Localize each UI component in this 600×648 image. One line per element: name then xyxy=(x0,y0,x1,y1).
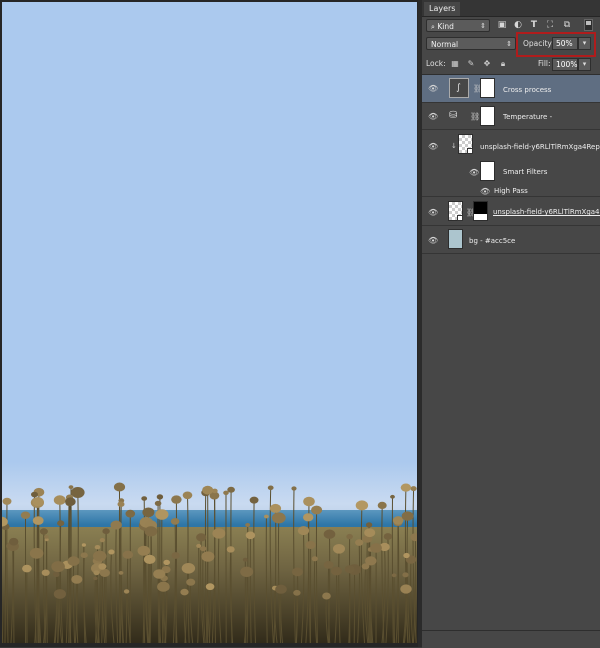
opacity-input[interactable]: 50% xyxy=(552,37,578,50)
lock-label: Lock: xyxy=(426,59,446,68)
fill-input[interactable]: 100% xyxy=(552,58,578,71)
visibility-eye-icon[interactable]: 👁︎ xyxy=(428,209,438,217)
filter-name[interactable]: High Pass xyxy=(494,186,528,196)
layer-row-cross-process[interactable]: 👁︎ ∫ ⛓︎ Cross process xyxy=(422,75,600,103)
visibility-eye-icon[interactable]: 👁︎ xyxy=(428,113,438,121)
filter-toggle[interactable] xyxy=(584,19,593,31)
layer-row-temperature[interactable]: 👁︎ ⛁ ⛓︎ Temperature - xyxy=(422,103,600,130)
document-canvas[interactable] xyxy=(2,2,417,643)
photo-filter-adjustment-icon: ⛁ xyxy=(449,110,458,121)
lock-all-icon[interactable]: 🔒︎ xyxy=(498,58,508,70)
fill-dropdown-button[interactable]: ▾ xyxy=(578,58,591,71)
smart-object-badge-icon xyxy=(467,148,473,154)
layer-mask-thumbnail[interactable] xyxy=(480,78,495,98)
layer-row-bg[interactable]: 👁︎ bg - #acc5ce xyxy=(422,226,600,254)
adjustment-filter-icon[interactable]: ◐ xyxy=(512,19,524,31)
blend-row: Normal ⇕ Opacity: 50% ▾ xyxy=(422,32,600,57)
kind-filter-select[interactable]: ⌕ Kind ⇕ xyxy=(426,19,490,32)
wildflowers xyxy=(2,482,417,643)
fill-layer-thumbnail[interactable] xyxy=(448,229,463,249)
lock-move-icon[interactable]: ✥ xyxy=(482,58,492,70)
visibility-eye-icon[interactable]: 👁︎ xyxy=(428,237,438,245)
layer-row-smart-object[interactable]: 👁︎ ↓ unsplash-field-y6RLlTlRmXga4RephkN … xyxy=(422,130,600,197)
smart-filter-mask-thumbnail[interactable] xyxy=(480,161,495,181)
smart-object-filter-icon[interactable]: ⧉ xyxy=(561,19,573,31)
layer-name[interactable]: Temperature - xyxy=(503,112,552,122)
shape-filter-icon[interactable]: ⛶ xyxy=(544,19,556,31)
visibility-eye-icon[interactable]: 👁︎ xyxy=(428,143,438,151)
curves-adjustment-icon: ∫ xyxy=(449,78,469,98)
opacity-label: Opacity: xyxy=(523,39,554,48)
visibility-eye-icon[interactable]: 👁︎ xyxy=(469,169,479,177)
panel-footer xyxy=(422,630,600,648)
type-filter-icon[interactable]: T xyxy=(528,19,540,31)
blend-mode-select[interactable]: Normal ⇕ xyxy=(426,37,516,50)
smart-object-thumbnail[interactable] xyxy=(458,134,473,154)
layer-row-smart-object-masked[interactable]: 👁︎ ⛓︎ unsplash-field-y6RLlTlRmXga4RephkN xyxy=(422,198,600,226)
lock-brush-icon[interactable]: ✎ xyxy=(466,58,476,70)
visibility-eye-icon[interactable]: 👁︎ xyxy=(428,85,438,93)
search-icon: ⌕ xyxy=(431,23,435,31)
fill-label: Fill: xyxy=(538,59,551,68)
tab-layers[interactable]: Layers xyxy=(424,2,461,16)
layer-name[interactable]: unsplash-field-y6RLlTlRmXga4RephkN xyxy=(480,142,600,152)
link-chain-icon[interactable]: ⛓︎ xyxy=(470,113,480,121)
layer-mask-thumbnail[interactable] xyxy=(480,106,495,126)
stepper-icon: ⇕ xyxy=(506,40,512,48)
layer-name[interactable]: unsplash-field-y6RLlTlRmXga4RephkN xyxy=(493,207,600,217)
stepper-icon: ⇕ xyxy=(480,22,486,30)
smart-object-thumbnail[interactable] xyxy=(448,201,463,221)
kind-label: Kind xyxy=(437,22,454,31)
blend-mode-value: Normal xyxy=(431,40,459,49)
clipping-arrow-icon: ↓ xyxy=(451,142,457,150)
canvas-area[interactable] xyxy=(0,0,421,647)
lock-row: Lock: ▦ ✎ ✥ 🔒︎ Fill: 100% ▾ xyxy=(422,56,600,75)
lock-transparent-icon[interactable]: ▦ xyxy=(450,58,460,70)
layer-mask-thumbnail[interactable] xyxy=(473,201,488,221)
visibility-eye-icon[interactable]: 👁︎ xyxy=(480,188,490,196)
panel-tabbar: Layers xyxy=(422,0,600,17)
pixel-filter-icon[interactable]: ▣ xyxy=(496,19,508,31)
layers-panel: Layers ⌕ Kind ⇕ ▣ ◐ T ⛶ ⧉ Normal ⇕ Opaci… xyxy=(422,0,600,648)
smart-filters-label[interactable]: Smart Filters xyxy=(503,167,547,177)
opacity-dropdown-button[interactable]: ▾ xyxy=(578,37,591,50)
smart-object-badge-icon xyxy=(457,215,463,221)
layer-name[interactable]: Cross process xyxy=(503,85,551,95)
layer-name[interactable]: bg - #acc5ce xyxy=(469,236,515,246)
